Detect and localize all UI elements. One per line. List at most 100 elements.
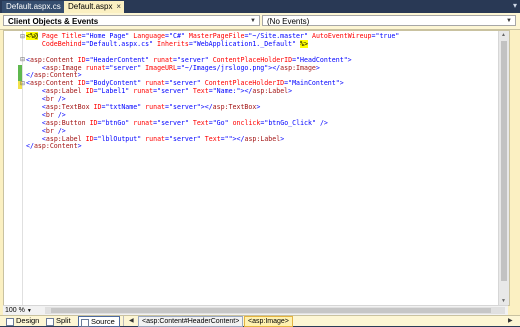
code-token: runat	[85, 63, 106, 72]
breadcrumb-header-content[interactable]: <asp:Content#HeaderContent>	[138, 316, 244, 327]
code-token: br	[45, 95, 54, 104]
horizontal-scrollbar[interactable]	[45, 307, 505, 314]
scroll-thumb[interactable]	[51, 308, 491, 313]
code-token: runat	[145, 79, 166, 88]
code-token: Text	[192, 87, 209, 96]
code-token: ="server"	[172, 55, 209, 64]
code-token: <%@	[26, 32, 38, 40]
source-view-button[interactable]: Source	[78, 316, 120, 327]
code-token: ID	[85, 134, 94, 143]
scroll-up-icon[interactable]: ▲	[501, 32, 506, 38]
collapse-icon[interactable]: ⊟	[20, 57, 25, 63]
code-token: br	[45, 110, 54, 119]
code-token: Inherits	[157, 39, 189, 48]
code-token: ="Home Page"	[81, 32, 130, 40]
close-icon[interactable]: ×	[116, 1, 121, 13]
code-token: />	[57, 126, 66, 135]
code-token: asp:Content	[33, 71, 78, 80]
chevron-down-icon: ▼	[506, 18, 512, 24]
code-token: onclick	[232, 118, 261, 127]
code-line[interactable]: </asp:Content>	[26, 143, 399, 151]
tab-default-aspx[interactable]: Default.aspx ×	[64, 1, 124, 13]
code-token: ="server"	[153, 87, 189, 96]
tab-label: Default.aspx	[68, 2, 113, 11]
scroll-down-icon[interactable]: ▼	[501, 298, 506, 304]
vertical-scrollbar[interactable]: ▲ ▼	[498, 31, 509, 305]
code-token: ="~/Site.master"	[244, 32, 308, 40]
code-token: Language	[133, 32, 166, 40]
zoom-bar: 100 % ▼	[3, 305, 508, 315]
code-token: ="txtName"	[101, 103, 142, 112]
scroll-thumb[interactable]	[501, 41, 507, 281]
code-token: asp:TextBox	[45, 103, 90, 112]
code-token: ="server"	[105, 63, 142, 72]
code-line[interactable]: <asp:Image runat="server" ImageURL="~/Im…	[26, 63, 399, 73]
code-token: =""></	[220, 134, 245, 143]
breadcrumb-image[interactable]: <asp:Image>	[244, 316, 293, 327]
tab-menu-icon[interactable]: ▾	[513, 1, 517, 10]
code-token: runat	[153, 55, 173, 64]
chevron-down-icon: ▼	[250, 18, 256, 24]
code-token: ImageURL	[145, 63, 177, 72]
code-line[interactable]: <asp:Label ID="Label1" runat="server" Te…	[26, 87, 399, 96]
editor-margin	[4, 31, 23, 305]
code-token: Page	[41, 32, 58, 40]
code-token: Text	[204, 134, 221, 143]
code-token: />	[57, 110, 66, 119]
code-token: asp:Image	[45, 63, 82, 72]
code-token: >	[256, 103, 261, 112]
code-token: ="server"	[165, 79, 201, 88]
client-objects-dropdown[interactable]: Client Objects & Events ▼	[3, 15, 260, 26]
collapse-icon[interactable]: ⊟	[20, 81, 25, 87]
view-bar: Design Split Source ◀ <asp:Content#Heade…	[0, 315, 520, 327]
code-token: asp:Content	[33, 142, 78, 151]
code-token: ="~/Images/jrslogo.png"></	[176, 63, 281, 72]
code-token: runat	[145, 103, 166, 112]
code-token: asp:Button	[45, 118, 86, 127]
code-token: ContentPlaceHolderID	[204, 79, 285, 88]
code-line[interactable]: <asp:Label ID="lblOutput" runat="server"…	[26, 134, 399, 144]
collapse-icon[interactable]: ⊟	[20, 34, 25, 40]
events-dropdown[interactable]: (No Events) ▼	[262, 15, 516, 26]
code-token: asp:Label	[45, 87, 82, 96]
code-token: CodeBehind	[41, 39, 82, 48]
code-token: runat	[133, 118, 154, 127]
code-token: ="Name:"></	[208, 87, 253, 96]
code-editor[interactable]: ⊟ ⊟ ⊟ <%@ Page Title="Home Page" Languag…	[3, 30, 510, 306]
code-token: asp:Content	[29, 55, 74, 64]
code-token: >	[77, 142, 82, 151]
code-token: ="true"	[371, 32, 400, 40]
source-icon	[81, 319, 89, 327]
change-marker	[18, 65, 22, 81]
tab-default-aspx-cs[interactable]: Default.aspx.cs	[2, 1, 65, 13]
code-token: />	[57, 95, 66, 104]
code-token: MasterPageFile	[188, 32, 245, 40]
code-token: </	[26, 142, 34, 151]
code-token: ="btnGo"	[97, 118, 130, 127]
code-line[interactable]: <asp:TextBox ID="txtName" runat="server"…	[26, 103, 399, 112]
code-token: asp:Label	[45, 134, 82, 143]
code-token: ="lblOutput"	[93, 134, 142, 143]
code-token: ="server"	[165, 134, 201, 143]
code-token: asp:Image	[280, 63, 316, 72]
code-line[interactable]: <asp:Button ID="btnGo" runat="server" Te…	[26, 118, 399, 128]
code-lines[interactable]: <%@ Page Title="Home Page" Language="C#"…	[26, 32, 400, 151]
code-line[interactable]: CodeBehind="Default.aspx.cs" Inherits="W…	[26, 39, 399, 49]
code-token: ID	[77, 55, 86, 64]
code-token: ="HeaderContent"	[85, 55, 150, 64]
dropdown-value: (No Events)	[267, 17, 310, 26]
code-token: ="WebApplication1._Default"	[188, 39, 296, 48]
code-token: runat	[145, 134, 166, 143]
code-token: >	[288, 87, 293, 96]
code-token: asp:Content	[29, 79, 74, 88]
code-token: asp:Label	[244, 134, 281, 143]
zoom-dropdown[interactable]: 100 % ▼	[5, 306, 32, 315]
code-token: >	[280, 134, 285, 143]
code-token: </	[26, 71, 34, 80]
code-token: Title	[61, 32, 82, 40]
